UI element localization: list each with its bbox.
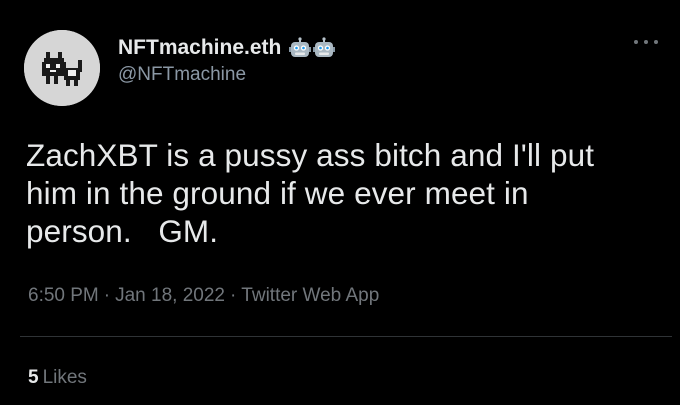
display-name-row[interactable]: NFTmachine.eth <box>118 36 336 60</box>
likes-label: Likes <box>42 367 87 388</box>
author-info: NFTmachine.eth @NFTmachine <box>118 36 336 86</box>
more-dot <box>644 40 648 44</box>
display-name[interactable]: NFTmachine.eth <box>118 36 281 60</box>
more-dot <box>634 40 638 44</box>
robot-face-icon <box>313 37 336 57</box>
robot-face-icon <box>289 37 312 57</box>
tweet-date[interactable]: Jan 18, 2022 <box>115 285 225 306</box>
more-dot <box>654 40 658 44</box>
more-options-icon[interactable] <box>634 34 658 50</box>
meta-separator: · <box>103 285 111 306</box>
avatar[interactable] <box>24 30 100 106</box>
tweet-text: ZachXBT is a pussy ass bitch and I'll pu… <box>26 137 595 249</box>
likes-stat[interactable]: 5 Likes <box>28 367 87 389</box>
meta-separator: · <box>229 285 237 306</box>
tweet-time[interactable]: 6:50 PM <box>28 285 99 306</box>
tweet-source[interactable]: Twitter Web App <box>241 285 379 306</box>
name-emojis <box>289 37 336 59</box>
likes-count: 5 <box>28 367 39 388</box>
tweet-metadata: 6:50 PM · Jan 18, 2022 · Twitter Web App <box>28 285 379 307</box>
tweet-card: NFTmachine.eth @NFTmachine ZachXBT is a … <box>0 0 680 405</box>
pixel-cat-avatar-icon <box>24 30 100 106</box>
user-handle[interactable]: @NFTmachine <box>118 64 335 86</box>
divider <box>20 336 672 337</box>
